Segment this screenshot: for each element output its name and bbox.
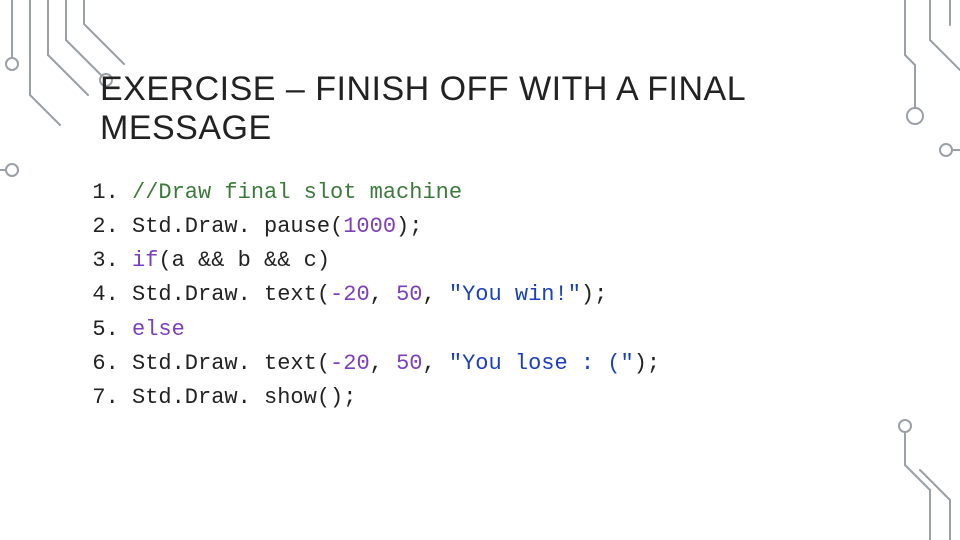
code-line-2: Std.Draw. pause(1000); bbox=[132, 210, 900, 244]
code-text: , bbox=[422, 351, 448, 376]
code-text: ); bbox=[634, 351, 660, 376]
code-number: -20 bbox=[330, 282, 370, 307]
code-block: //Draw final slot machine Std.Draw. paus… bbox=[100, 176, 900, 415]
slide-content: EXERCISE – FINISH OFF WITH A FINAL MESSA… bbox=[100, 70, 900, 415]
code-text: ); bbox=[396, 214, 422, 239]
code-keyword: if bbox=[132, 248, 158, 273]
title-line-1: EXERCISE – FINISH OFF WITH A FINAL bbox=[100, 70, 746, 108]
code-keyword: else bbox=[132, 317, 185, 342]
code-number: 50 bbox=[396, 282, 422, 307]
code-text: , bbox=[370, 282, 396, 307]
code-text: (a && b && c) bbox=[158, 248, 330, 273]
code-text: , bbox=[422, 282, 448, 307]
code-line-5: else bbox=[132, 313, 900, 347]
code-text: ); bbox=[581, 282, 607, 307]
code-text: Std.Draw. text( bbox=[132, 351, 330, 376]
code-number: 1000 bbox=[343, 214, 396, 239]
comment-text: //Draw final slot machine bbox=[132, 180, 462, 205]
code-text: , bbox=[370, 351, 396, 376]
code-line-1: //Draw final slot machine bbox=[132, 176, 900, 210]
code-string: "You lose : (" bbox=[449, 351, 634, 376]
code-text: Std.Draw. text( bbox=[132, 282, 330, 307]
code-line-3: if(a && b && c) bbox=[132, 244, 900, 278]
code-string: "You win!" bbox=[449, 282, 581, 307]
code-text: Std.Draw. show(); bbox=[132, 385, 356, 410]
code-text: Std.Draw. pause( bbox=[132, 214, 343, 239]
code-number: 50 bbox=[396, 351, 422, 376]
code-line-4: Std.Draw. text(-20, 50, "You win!"); bbox=[132, 278, 900, 312]
slide-title: EXERCISE – FINISH OFF WITH A FINAL MESSA… bbox=[100, 70, 900, 148]
title-line-2: MESSAGE bbox=[100, 109, 272, 147]
code-line-6: Std.Draw. text(-20, 50, "You lose : ("); bbox=[132, 347, 900, 381]
code-line-7: Std.Draw. show(); bbox=[132, 381, 900, 415]
code-number: -20 bbox=[330, 351, 370, 376]
